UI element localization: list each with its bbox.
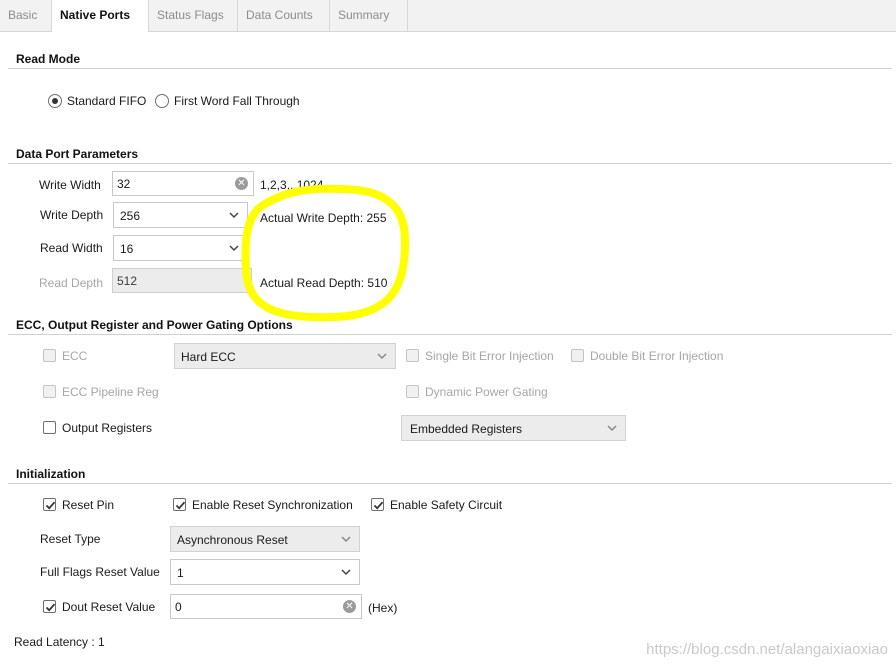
read-latency: Read Latency : 1: [14, 635, 105, 649]
write-width-field[interactable]: 32 ✕: [112, 171, 254, 196]
reset-type-combo[interactable]: Asynchronous Reset: [170, 526, 360, 552]
enable-safety-label: Enable Safety Circuit: [390, 498, 503, 512]
dynamic-power-checkbox[interactable]: [406, 385, 419, 398]
ecc-type-combo[interactable]: Hard ECC: [174, 343, 396, 369]
chevron-down-icon: [229, 243, 239, 253]
radio-fwft[interactable]: [155, 94, 169, 108]
chevron-down-icon: [341, 534, 351, 544]
read-depth-field: 512: [112, 268, 252, 293]
divider: [8, 68, 892, 69]
read-width-label: Read Width: [40, 241, 103, 255]
highlight-annotation: [241, 184, 410, 322]
watermark: https://blog.csdn.net/alangaixiaoxiao: [646, 641, 888, 658]
radio-selected-dot: [52, 98, 58, 104]
output-registers-type-value: Embedded Registers: [410, 422, 523, 436]
tab-data-counts[interactable]: Data Counts: [238, 0, 330, 31]
read-width-combo[interactable]: 16: [113, 235, 248, 261]
single-bit-error-label: Single Bit Error Injection: [425, 349, 554, 363]
chevron-down-icon: [229, 210, 239, 220]
write-depth-label: Write Depth: [40, 208, 104, 222]
radio-standard-fifo-label: Standard FIFO: [67, 94, 147, 108]
data-port-title: Data Port Parameters: [16, 147, 139, 161]
ecc-title: ECC, Output Register and Power Gating Op…: [16, 318, 293, 332]
chevron-down-icon: [377, 351, 387, 361]
divider: [8, 483, 892, 484]
dynamic-power-label: Dynamic Power Gating: [425, 385, 548, 399]
divider: [8, 334, 892, 335]
dout-reset-value: 0: [175, 600, 182, 614]
radio-standard-fifo[interactable]: [48, 94, 62, 108]
single-bit-error-checkbox[interactable]: [406, 349, 419, 362]
chevron-down-icon: [341, 567, 351, 577]
read-depth-value: 512: [117, 274, 138, 288]
dout-reset-label: Dout Reset Value: [62, 600, 156, 614]
radio-fwft-label: First Word Fall Through: [174, 94, 300, 108]
enable-safety-checkbox[interactable]: [371, 498, 384, 511]
tab-summary[interactable]: Summary: [330, 0, 408, 31]
reset-type-label: Reset Type: [40, 532, 101, 546]
output-registers-type-combo[interactable]: Embedded Registers: [401, 415, 626, 441]
enable-reset-sync-checkbox[interactable]: [173, 498, 186, 511]
full-flags-combo[interactable]: 1: [170, 559, 360, 585]
tab-status-flags[interactable]: Status Flags: [149, 0, 238, 31]
write-depth-value: 256: [120, 209, 141, 223]
tab-native-ports[interactable]: Native Ports: [52, 0, 149, 32]
write-depth-combo[interactable]: 256: [113, 202, 248, 228]
double-bit-error-checkbox[interactable]: [571, 349, 584, 362]
dout-reset-checkbox[interactable]: [43, 600, 56, 613]
enable-reset-sync-label: Enable Reset Synchronization: [192, 498, 353, 512]
dout-reset-field[interactable]: 0 ✕: [170, 594, 362, 619]
full-flags-value: 1: [177, 566, 184, 580]
divider: [8, 163, 892, 164]
chevron-down-icon: [607, 423, 617, 433]
tab-bar: Basic Native Ports Status Flags Data Cou…: [0, 0, 896, 32]
full-flags-label: Full Flags Reset Value: [40, 565, 160, 579]
initialization-title: Initialization: [16, 467, 86, 481]
output-registers-checkbox[interactable]: [43, 421, 56, 434]
reset-pin-label: Reset Pin: [62, 498, 115, 512]
reset-type-value: Asynchronous Reset: [177, 533, 288, 547]
ecc-label: ECC: [62, 349, 88, 363]
ecc-pipeline-label: ECC Pipeline Reg: [62, 385, 159, 399]
write-width-value: 32: [117, 177, 131, 191]
ecc-pipeline-checkbox[interactable]: [43, 385, 56, 398]
ecc-checkbox[interactable]: [43, 349, 56, 362]
dout-reset-unit: (Hex): [368, 601, 398, 615]
output-registers-label: Output Registers: [62, 421, 153, 435]
read-mode-title: Read Mode: [16, 52, 81, 66]
tab-basic[interactable]: Basic: [0, 0, 52, 31]
write-width-label: Write Width: [39, 178, 101, 192]
read-depth-label: Read Depth: [39, 276, 104, 290]
read-width-value: 16: [120, 242, 134, 256]
reset-pin-checkbox[interactable]: [43, 498, 56, 511]
double-bit-error-label: Double Bit Error Injection: [590, 349, 724, 363]
clear-icon[interactable]: ✕: [343, 600, 356, 613]
ecc-type-value: Hard ECC: [181, 350, 236, 364]
